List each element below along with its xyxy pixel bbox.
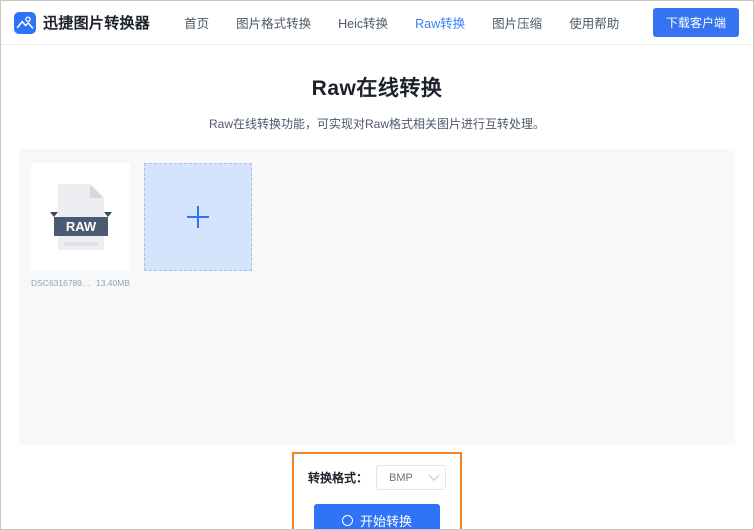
svg-text:RAW: RAW — [65, 219, 96, 234]
add-file-button[interactable] — [144, 163, 252, 271]
file-thumbnail: RAW — [31, 163, 130, 271]
chevron-down-icon — [428, 469, 440, 481]
plus-icon — [187, 206, 209, 228]
file-size: 13.40MB — [95, 278, 130, 288]
file-name: DSC6316789D... — [31, 278, 93, 288]
brand-name: 迅捷图片转换器 — [43, 15, 151, 32]
raw-file-icon: RAW — [49, 184, 112, 250]
main-nav: 首页 图片格式转换 Heic转换 Raw转换 图片压缩 使用帮助 — [184, 11, 619, 34]
nav-item-home[interactable]: 首页 — [184, 11, 209, 34]
format-select-value: BMP — [389, 471, 413, 484]
page-body: Raw在线转换 Raw在线转换功能，可实现对Raw格式相关图片进行互转处理。 R… — [1, 72, 753, 529]
page-subtitle: Raw在线转换功能，可实现对Raw格式相关图片进行互转处理。 — [208, 117, 545, 131]
file-drop-area[interactable]: RAW DSC6316789D... 13.40MB — [19, 149, 735, 445]
file-list: RAW DSC6316789D... 13.40MB — [31, 163, 723, 288]
start-convert-button[interactable]: 开始转换 — [314, 504, 440, 529]
conversion-settings-panel: 转换格式： BMP 开始转换 — [292, 452, 462, 529]
file-card[interactable]: RAW DSC6316789D... 13.40MB — [31, 163, 130, 288]
action-bar: 转换格式： BMP 开始转换 — [19, 452, 735, 529]
nav-item-heic-convert[interactable]: Heic转换 — [338, 11, 388, 34]
page-title: Raw在线转换 — [311, 77, 443, 100]
start-convert-label: 开始转换 — [359, 514, 412, 529]
nav-item-image-compress[interactable]: 图片压缩 — [492, 11, 542, 34]
file-meta: DSC6316789D... 13.40MB — [31, 278, 130, 288]
brand-logo[interactable]: 迅捷图片转换器 — [14, 11, 151, 34]
format-select[interactable]: BMP — [376, 465, 446, 490]
circle-icon — [341, 515, 353, 526]
nav-item-raw-convert[interactable]: Raw转换 — [415, 11, 465, 34]
download-client-button[interactable]: 下载客户端 — [652, 8, 739, 37]
app-window: 迅捷图片转换器 首页 图片格式转换 Heic转换 Raw转换 图片压缩 使用帮助… — [0, 0, 754, 530]
format-row: 转换格式： BMP — [308, 465, 446, 490]
site-header: 迅捷图片转换器 首页 图片格式转换 Heic转换 Raw转换 图片压缩 使用帮助… — [1, 1, 753, 45]
format-label: 转换格式： — [308, 471, 369, 485]
nav-item-help[interactable]: 使用帮助 — [569, 11, 619, 34]
image-picture-icon — [14, 11, 36, 34]
nav-item-image-format-convert[interactable]: 图片格式转换 — [236, 11, 311, 34]
